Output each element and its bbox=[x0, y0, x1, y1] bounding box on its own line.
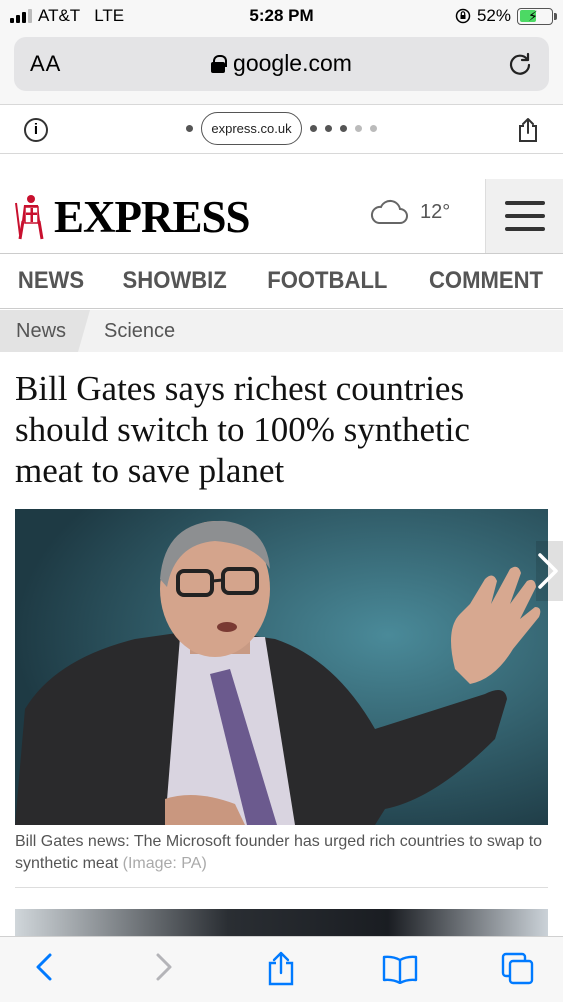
orientation-lock-icon bbox=[455, 8, 471, 24]
forward-icon[interactable] bbox=[152, 951, 176, 983]
battery-info: 52% ⚡ bbox=[455, 6, 557, 26]
address-bar[interactable]: AA google.com bbox=[14, 37, 549, 91]
breadcrumb-news[interactable]: News bbox=[0, 310, 90, 352]
site-carousel: express.co.uk bbox=[0, 112, 563, 145]
express-logo[interactable]: EXPRESS bbox=[14, 191, 251, 243]
logo-text: EXPRESS bbox=[54, 192, 251, 242]
article-photo[interactable] bbox=[15, 509, 548, 825]
battery-percent: 52% bbox=[476, 6, 511, 25]
share-icon[interactable] bbox=[517, 117, 539, 143]
back-icon[interactable] bbox=[32, 951, 56, 983]
carousel-dot[interactable] bbox=[369, 125, 377, 132]
breadcrumb-science[interactable]: Science bbox=[90, 320, 175, 343]
next-article-image[interactable] bbox=[15, 909, 548, 939]
breadcrumb: News Science bbox=[0, 310, 563, 352]
site-header: EXPRESS 12° bbox=[0, 155, 563, 253]
battery-icon: ⚡ bbox=[517, 7, 557, 25]
url-domain: google.com bbox=[233, 50, 352, 76]
divider bbox=[15, 887, 548, 888]
browser-chrome: AA google.com bbox=[0, 32, 563, 104]
charging-icon: ⚡ bbox=[528, 7, 538, 24]
crusader-logo-icon bbox=[15, 195, 44, 240]
temperature: 12° bbox=[420, 200, 451, 223]
nav-news[interactable]: NEWS bbox=[18, 267, 84, 295]
amp-site-bar: i express.co.uk bbox=[0, 104, 563, 154]
browser-toolbar bbox=[0, 936, 563, 1002]
article-headline: Bill Gates says richest countries should… bbox=[15, 369, 470, 490]
site-pill[interactable]: express.co.uk bbox=[201, 112, 302, 145]
nav-comment[interactable]: COMMENT bbox=[429, 267, 543, 295]
cloud-icon bbox=[370, 199, 408, 224]
weather-widget[interactable]: 12° bbox=[370, 199, 450, 225]
reload-icon[interactable] bbox=[507, 51, 533, 77]
carousel-dot[interactable] bbox=[309, 125, 317, 132]
main-nav: NEWS SHOWBIZ FOOTBALL COMMENT bbox=[0, 253, 563, 309]
carousel-dot[interactable] bbox=[186, 125, 194, 132]
hamburger-menu-icon[interactable] bbox=[485, 179, 563, 253]
share-icon[interactable] bbox=[266, 951, 296, 987]
photo-illustration bbox=[15, 509, 548, 825]
url-display[interactable]: google.com bbox=[14, 50, 549, 77]
tabs-icon[interactable] bbox=[500, 951, 536, 985]
photo-credit: (Image: PA) bbox=[122, 855, 207, 872]
photo-caption: Bill Gates news: The Microsoft founder h… bbox=[15, 831, 548, 875]
caption-text: Bill Gates news: The Microsoft founder h… bbox=[15, 833, 543, 872]
carousel-dot[interactable] bbox=[354, 125, 362, 132]
nav-showbiz[interactable]: SHOWBIZ bbox=[123, 267, 227, 295]
bookmarks-icon[interactable] bbox=[381, 954, 419, 984]
carousel-dot[interactable] bbox=[339, 125, 347, 132]
lock-icon bbox=[211, 54, 228, 73]
nav-football[interactable]: FOOTBALL bbox=[267, 267, 387, 295]
status-bar: AT&T LTE 5:28 PM 52% ⚡ bbox=[0, 0, 563, 32]
carousel-dot[interactable] bbox=[324, 125, 332, 132]
gallery-next-icon[interactable] bbox=[528, 541, 563, 601]
